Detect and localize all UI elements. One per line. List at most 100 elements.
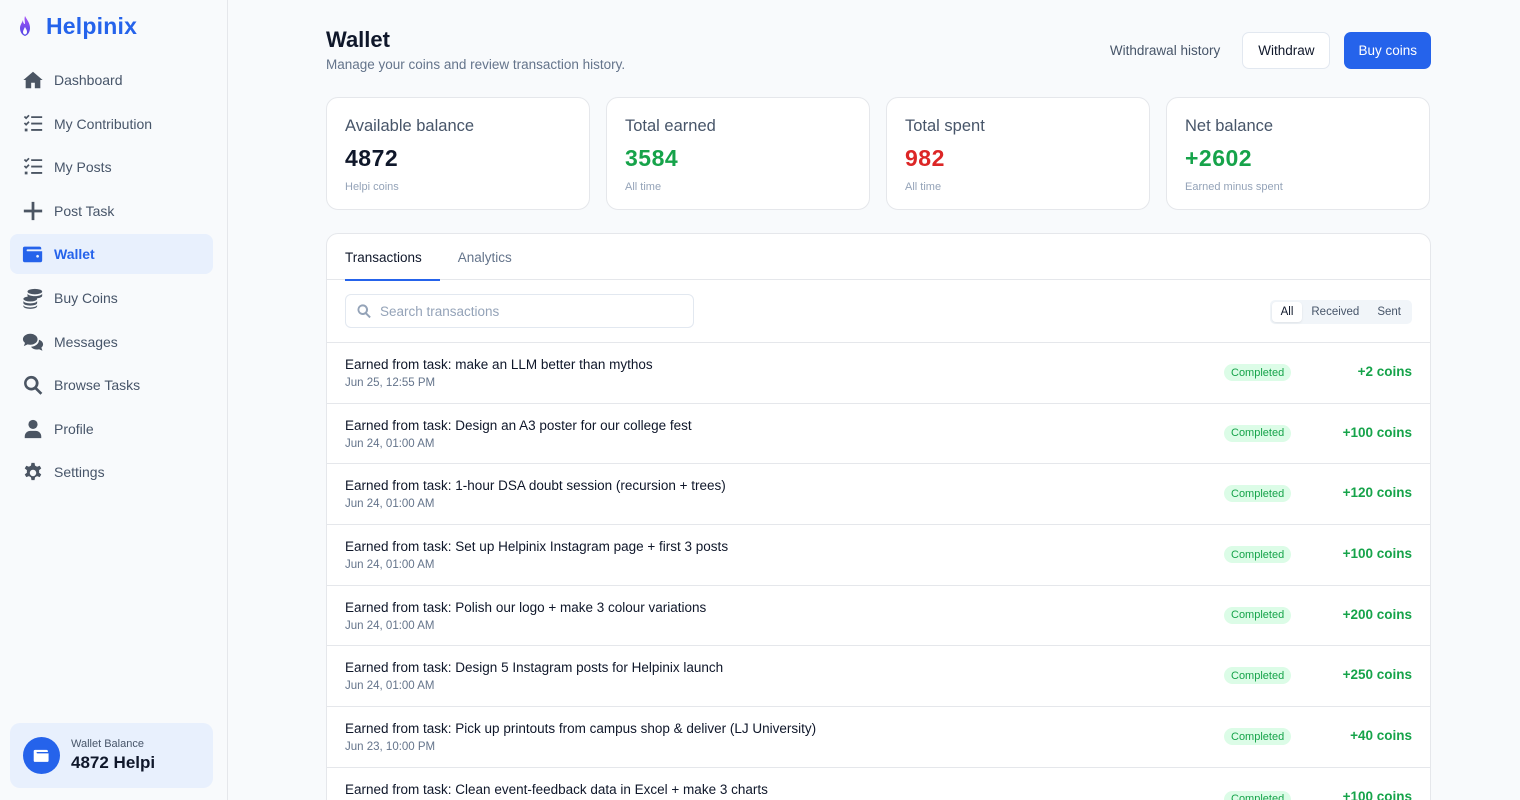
stat-hint: Helpi coins xyxy=(345,181,399,193)
transaction-row[interactable]: Earned from task: Clean event-feedback d… xyxy=(327,768,1430,800)
sidebar-item-wallet[interactable]: Wallet xyxy=(10,234,213,275)
sidebar-item-label: My Posts xyxy=(54,159,112,176)
transaction-date: Jun 24, 01:00 AM xyxy=(345,559,435,572)
sidebar-item-label: Wallet xyxy=(54,246,95,263)
transaction-title: Earned from task: Clean event-feedback d… xyxy=(345,781,768,797)
tab-transactions[interactable]: Transactions xyxy=(345,234,440,281)
plus-icon xyxy=(22,200,44,222)
buy-coins-button[interactable]: Buy coins xyxy=(1344,32,1431,69)
brand[interactable]: Helpinix xyxy=(18,10,137,42)
withdraw-button[interactable]: Withdraw xyxy=(1242,32,1331,69)
wallet-balance-card[interactable]: Wallet Balance 4872 Helpi xyxy=(10,723,213,788)
status-badge: Completed xyxy=(1224,546,1292,564)
transaction-row[interactable]: Earned from task: Polish our logo + make… xyxy=(327,586,1430,647)
transaction-list: Earned from task: make an LLM better tha… xyxy=(327,343,1430,800)
filter-sent[interactable]: Sent xyxy=(1368,302,1410,322)
stat-value: +2602 xyxy=(1185,145,1253,171)
status-badge: Completed xyxy=(1224,606,1292,624)
page-title: Wallet xyxy=(326,27,390,52)
transaction-row[interactable]: Earned from task: Design 5 Instagram pos… xyxy=(327,646,1430,708)
filter-segmented-control: All Received Sent xyxy=(1269,300,1412,324)
sidebar-item-label: My Contribution xyxy=(54,115,153,132)
search-icon xyxy=(356,303,372,319)
status-badge: Completed xyxy=(1224,424,1292,442)
stat-label: Net balance xyxy=(1185,117,1274,135)
stat-card-total-earned: Total earned 3584 All time xyxy=(606,97,870,210)
status-badge: Completed xyxy=(1224,728,1292,746)
transaction-row[interactable]: Earned from task: Set up Helpinix Instag… xyxy=(327,525,1430,586)
stat-value: 3584 xyxy=(625,145,679,171)
status-badge: Completed xyxy=(1224,667,1292,685)
sidebar-item-label: Dashboard xyxy=(54,72,123,88)
transaction-row[interactable]: Earned from task: 1-hour DSA doubt sessi… xyxy=(327,464,1430,526)
filter-all[interactable]: All xyxy=(1271,302,1303,322)
chat-icon xyxy=(22,331,44,353)
header-actions: Withdrawal history Withdraw Buy coins xyxy=(1102,32,1431,69)
main-content: Wallet Manage your coins and review tran… xyxy=(326,0,1431,800)
tab-bar: Transactions Analytics xyxy=(327,234,1430,281)
transaction-date: Jun 24, 01:00 AM xyxy=(345,680,435,693)
transactions-panel: Transactions Analytics All Received Sent… xyxy=(326,233,1431,800)
sidebar-item-settings[interactable]: Settings xyxy=(10,452,213,492)
transaction-amount: +40 coins xyxy=(1350,728,1412,744)
list-check-icon xyxy=(22,156,44,178)
search-box[interactable] xyxy=(345,294,694,328)
stat-value: 982 xyxy=(905,145,945,171)
transaction-amount: +250 coins xyxy=(1342,667,1412,683)
transaction-date: Jun 25, 12:55 PM xyxy=(345,377,436,389)
transaction-date: Jun 24, 01:00 AM xyxy=(345,498,435,511)
sidebar: Helpinix Dashboard My Contribution My Po… xyxy=(0,0,228,800)
search-icon xyxy=(22,374,44,396)
status-badge: Completed xyxy=(1224,364,1292,381)
transaction-title: Earned from task: Polish our logo + make… xyxy=(345,599,707,615)
sidebar-item-label: Settings xyxy=(54,464,105,481)
transaction-row[interactable]: Earned from task: make an LLM better tha… xyxy=(327,343,1430,404)
sidebar-item-my-posts[interactable]: My Posts xyxy=(10,147,213,187)
sidebar-item-profile[interactable]: Profile xyxy=(10,409,213,449)
stat-card-total-spent: Total spent 982 All time xyxy=(886,97,1150,210)
transaction-row[interactable]: Earned from task: Design an A3 poster fo… xyxy=(327,404,1430,465)
transaction-date: Jun 24, 01:00 AM xyxy=(345,437,435,450)
flame-logo-icon xyxy=(18,15,32,37)
stat-hint: All time xyxy=(905,181,942,193)
wallet-icon xyxy=(23,737,60,774)
transaction-title: Earned from task: Design 5 Instagram pos… xyxy=(345,660,724,676)
transaction-title: Earned from task: Set up Helpinix Instag… xyxy=(345,539,729,555)
page-subtitle: Manage your coins and review transaction… xyxy=(326,57,626,72)
sidebar-item-dashboard[interactable]: Dashboard xyxy=(10,60,213,100)
wallet-icon xyxy=(22,243,44,265)
list-check-icon xyxy=(22,113,44,135)
brand-name: Helpinix xyxy=(46,12,138,39)
transaction-amount: +200 coins xyxy=(1342,606,1412,622)
sidebar-item-label: Post Task xyxy=(54,202,115,219)
transaction-title: Earned from task: Pick up printouts from… xyxy=(345,721,817,737)
sidebar-item-label: Messages xyxy=(54,333,118,350)
gear-icon xyxy=(22,461,44,483)
sidebar-item-my-contribution[interactable]: My Contribution xyxy=(10,104,213,144)
transaction-title: Earned from task: 1-hour DSA doubt sessi… xyxy=(345,478,726,494)
coins-icon xyxy=(22,287,44,309)
stats-row: Available balance 4872 Helpi coins Total… xyxy=(326,97,1431,210)
withdrawal-history-button[interactable]: Withdrawal history xyxy=(1102,32,1228,69)
transaction-amount: +100 coins xyxy=(1342,424,1412,440)
sidebar-item-messages[interactable]: Messages xyxy=(10,322,213,362)
tab-analytics[interactable]: Analytics xyxy=(458,234,530,280)
filter-received[interactable]: Received xyxy=(1302,302,1368,322)
search-input[interactable] xyxy=(380,303,680,319)
home-icon xyxy=(22,69,44,91)
stat-hint: All time xyxy=(625,181,662,193)
status-badge: Completed xyxy=(1224,485,1292,503)
sidebar-item-browse-tasks[interactable]: Browse Tasks xyxy=(10,365,213,405)
sidebar-item-buy-coins[interactable]: Buy Coins xyxy=(10,278,213,318)
user-icon xyxy=(22,418,44,440)
stat-label: Total spent xyxy=(905,117,985,135)
stat-value: 4872 xyxy=(345,145,399,171)
transactions-toolbar: All Received Sent xyxy=(327,280,1430,343)
sidebar-nav: Dashboard My Contribution My Posts Post … xyxy=(10,60,213,496)
transaction-date: Jun 24, 01:00 AM xyxy=(345,619,435,632)
sidebar-item-post-task[interactable]: Post Task xyxy=(10,191,213,231)
transaction-row[interactable]: Earned from task: Pick up printouts from… xyxy=(327,707,1430,768)
stat-label: Total earned xyxy=(625,117,716,135)
transaction-amount: +100 coins xyxy=(1342,788,1412,800)
wallet-balance-label: Wallet Balance xyxy=(71,738,144,750)
